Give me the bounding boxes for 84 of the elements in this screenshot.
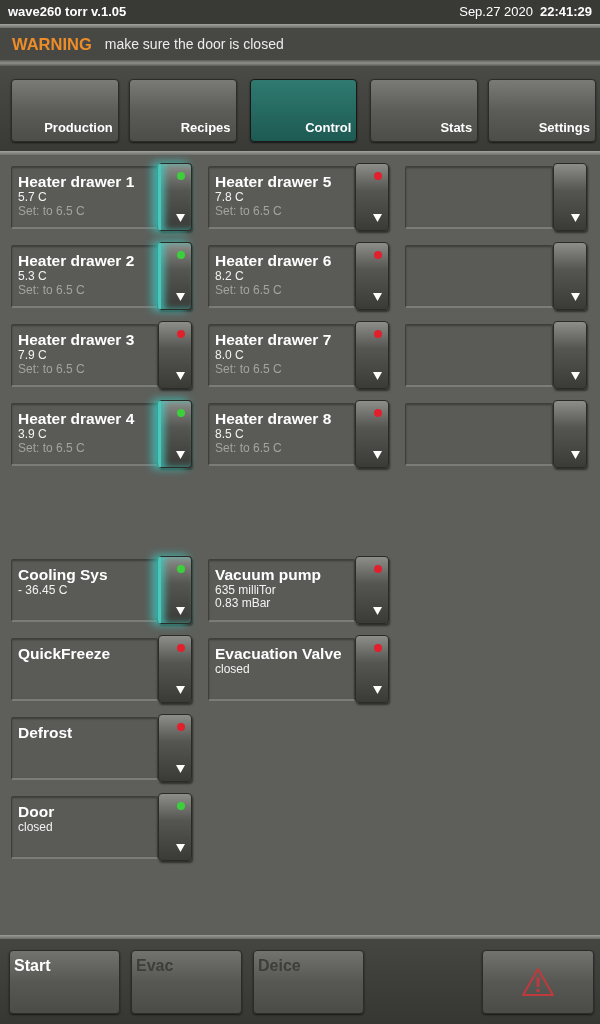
dropdown-button[interactable] xyxy=(158,793,192,861)
setpoint-label: Set: to 6.5 C xyxy=(18,283,86,298)
tile-reading: 7.8 C xyxy=(215,191,245,204)
tile-title: Heater drawer 8 xyxy=(215,410,333,428)
caret-down-icon xyxy=(176,607,185,615)
setpoint-label: Set: to 6.5 C xyxy=(215,362,283,377)
dropdown-button[interactable] xyxy=(355,321,389,389)
dropdown-button[interactable] xyxy=(355,400,389,468)
dropdown-button[interactable] xyxy=(355,163,389,231)
tile-reading: 3.9 C xyxy=(18,428,48,441)
dropdown-button[interactable] xyxy=(355,556,389,624)
warning-icon xyxy=(521,967,555,997)
tile-reading: 5.3 C xyxy=(18,270,48,283)
date-label: Sep.27 2020 xyxy=(459,3,533,22)
tile-title: Heater drawer 6 xyxy=(215,252,333,270)
alarm-button[interactable] xyxy=(482,950,594,1014)
caret-down-icon xyxy=(373,451,382,459)
caret-down-icon xyxy=(373,293,382,301)
tile-title: Cooling Sys xyxy=(18,566,109,584)
setpoint-label: Set: to 6.5 C xyxy=(18,362,86,377)
nav-tab[interactable]: Stats xyxy=(370,79,479,142)
tile-title: Heater drawer 3 xyxy=(18,331,136,349)
dropdown-button[interactable] xyxy=(158,714,192,782)
tile-reading: closed xyxy=(18,821,54,834)
tile-reading: 7.9 C xyxy=(18,349,48,362)
tile-title: Door xyxy=(18,803,56,821)
caret-down-icon xyxy=(176,451,185,459)
tile-title: Heater drawer 7 xyxy=(215,331,333,349)
action-button[interactable]: Start xyxy=(9,950,120,1014)
caret-down-icon xyxy=(176,372,185,380)
tile-reading: 8.5 C xyxy=(215,428,245,441)
tile-title: Heater drawer 2 xyxy=(18,252,136,270)
dropdown-button[interactable] xyxy=(355,242,389,310)
caret-down-icon xyxy=(571,293,580,301)
tile-reading: 635 milliTor xyxy=(215,584,277,597)
setpoint-label: Set: to 6.5 C xyxy=(215,204,283,219)
nav-tab[interactable]: Control xyxy=(249,79,358,142)
dropdown-button[interactable] xyxy=(553,321,587,389)
warning-message: make sure the door is closed xyxy=(104,34,284,54)
tile-title: Defrost xyxy=(18,724,74,742)
caret-down-icon xyxy=(571,451,580,459)
tile-reading: 0.83 mBar xyxy=(215,597,272,610)
nav-tab[interactable]: Recipes xyxy=(128,79,237,142)
tile-title: Heater drawer 5 xyxy=(215,173,333,191)
tile-reading: 8.2 C xyxy=(215,270,245,283)
caret-down-icon xyxy=(176,844,185,852)
setpoint-label: Set: to 6.5 C xyxy=(18,441,86,456)
dropdown-button[interactable] xyxy=(158,635,192,703)
dropdown-button[interactable] xyxy=(355,635,389,703)
nav-tab[interactable]: Production xyxy=(11,79,119,142)
warning-label: WARNING xyxy=(12,33,92,55)
setpoint-label: Set: to 6.5 C xyxy=(18,204,86,219)
setpoint-label: Set: to 6.5 C xyxy=(215,283,283,298)
tile-reading: - 36.45 C xyxy=(18,584,69,597)
caret-down-icon xyxy=(571,372,580,380)
tile-reading: 5.7 C xyxy=(18,191,48,204)
caret-down-icon xyxy=(373,686,382,694)
dropdown-button[interactable] xyxy=(158,242,192,310)
tile-title: QuickFreeze xyxy=(18,645,112,663)
setpoint-label: Set: to 6.5 C xyxy=(215,441,283,456)
clock-time: 22:41:29 xyxy=(539,3,592,22)
caret-down-icon xyxy=(373,372,382,380)
dropdown-button[interactable] xyxy=(158,400,192,468)
tile-title: Vacuum pump xyxy=(215,566,322,584)
tile-title: Evacuation Valve xyxy=(215,645,343,663)
caret-down-icon xyxy=(176,214,185,222)
caret-down-icon xyxy=(176,765,185,773)
tile-title: Heater drawer 1 xyxy=(18,173,136,191)
caret-down-icon xyxy=(571,214,580,222)
dropdown-button[interactable] xyxy=(553,400,587,468)
tile-reading: closed xyxy=(215,663,251,676)
nav-tab[interactable]: Settings xyxy=(488,79,596,142)
caret-down-icon xyxy=(176,293,185,301)
tile-title: Heater drawer 4 xyxy=(18,410,136,428)
dropdown-button[interactable] xyxy=(553,242,587,310)
dropdown-button[interactable] xyxy=(158,163,192,231)
dropdown-button[interactable] xyxy=(158,556,192,624)
dropdown-button[interactable] xyxy=(553,163,587,231)
tile-reading: 8.0 C xyxy=(215,349,245,362)
caret-down-icon xyxy=(373,607,382,615)
app-title: wave260 torr v.1.05 xyxy=(8,3,127,22)
caret-down-icon xyxy=(176,686,185,694)
dropdown-button[interactable] xyxy=(158,321,192,389)
caret-down-icon xyxy=(373,214,382,222)
